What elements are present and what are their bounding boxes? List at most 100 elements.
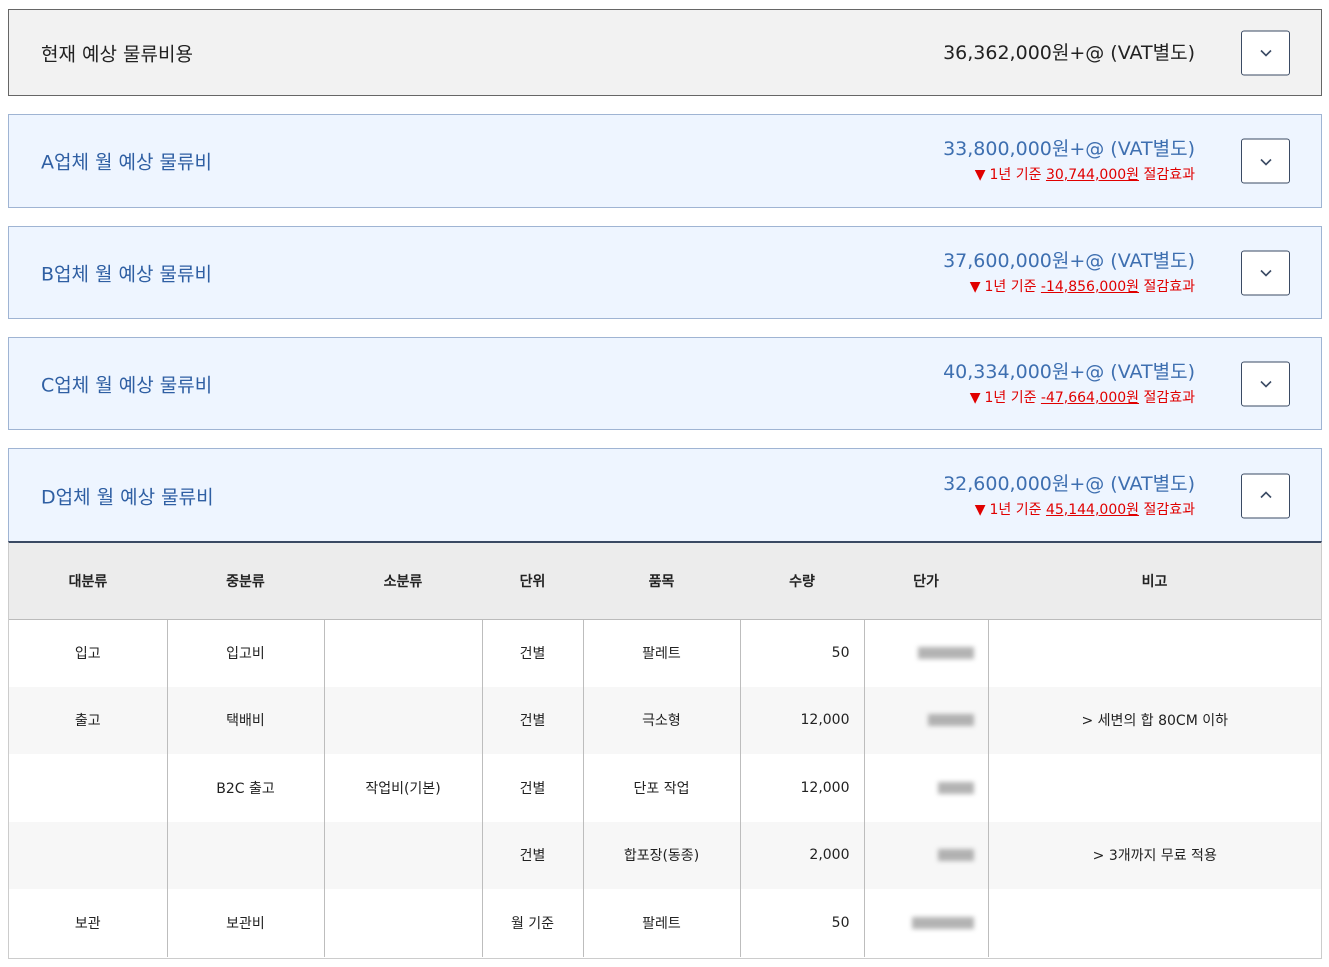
table-row: 건별 합포장(동종) 2,000 > 3개까지 무료 적용: [9, 821, 1321, 889]
table-row: 입고 입고비 건별 팔레트 50: [9, 619, 1321, 687]
cell-price-redacted: [864, 686, 989, 754]
cell-qty: 12,000: [740, 754, 865, 822]
panel-amount-block: 36,362,000원+@ (VAT별도): [943, 40, 1195, 66]
cell-note: [988, 889, 1321, 957]
vendor-c-panel: C업체 월 예상 물류비 40,334,000원+@ (VAT별도) ▼ 1년 기…: [8, 337, 1322, 430]
chevron-up-icon: [1259, 491, 1272, 499]
cell-unit: 건별: [482, 686, 584, 754]
column-header: 중분류: [167, 543, 324, 620]
column-header: 수량: [740, 543, 864, 620]
table-header-row: 대분류 중분류 소분류 단위 품목 수량 단가 비고: [9, 543, 1321, 620]
column-header: 대분류: [9, 543, 167, 620]
cell-middle: 입고비: [167, 619, 325, 687]
vendor-b-panel: B업체 월 예상 물류비 37,600,000원+@ (VAT별도) ▼ 1년 기…: [8, 226, 1322, 319]
cell-price-redacted: [864, 889, 989, 957]
saving-prefix: 1년 기준: [989, 501, 1046, 518]
saving-value: 45,144,000원: [1045, 501, 1140, 518]
column-header: 단위: [482, 543, 583, 620]
cell-price-redacted: [864, 754, 989, 822]
cell-middle: [167, 821, 325, 889]
cell-unit: 건별: [482, 754, 584, 822]
expand-button[interactable]: [1241, 30, 1290, 75]
panel-amount-block: 40,334,000원+@ (VAT별도) ▼ 1년 기준 -47,664,000…: [943, 359, 1195, 409]
triangle-down-icon: ▼: [974, 501, 986, 518]
triangle-down-icon: ▼: [974, 167, 986, 183]
cell-minor: [324, 821, 483, 889]
cell-item: 합포장(동종): [583, 821, 741, 889]
saving-line: ▼ 1년 기준 -47,664,000원 절감효과: [943, 387, 1195, 409]
column-header: 단가: [864, 543, 988, 620]
table-row: 출고 택배비 건별 극소형 12,000 > 세변의 합 80CM 이하: [9, 686, 1321, 754]
cell-middle: B2C 출고: [167, 754, 325, 822]
triangle-down-icon: ▼: [969, 278, 981, 295]
cell-qty: 2,000: [740, 821, 865, 889]
cell-major: [9, 754, 168, 822]
cell-note: > 세변의 합 80CM 이하: [988, 686, 1321, 754]
vendor-a-panel: A업체 월 예상 물류비 33,800,000원+@ (VAT별도) ▼ 1년 기…: [8, 114, 1322, 208]
saving-prefix: 1년 기준: [989, 167, 1046, 183]
saving-value: 30,744,000원: [1045, 167, 1140, 183]
current-cost-panel: 현재 예상 물류비용 36,362,000원+@ (VAT별도): [8, 9, 1322, 96]
chevron-down-icon: [1259, 269, 1272, 277]
expand-button[interactable]: [1241, 138, 1290, 184]
saving-suffix: 절감효과: [1139, 389, 1195, 406]
cell-middle: 보관비: [167, 889, 325, 957]
cell-qty: 50: [740, 619, 865, 687]
chevron-down-icon: [1259, 158, 1272, 166]
saving-line: ▼ 1년 기준 -14,856,000원 절감효과: [943, 276, 1195, 298]
cell-major: 출고: [9, 686, 168, 754]
panel-title: A업체 월 예상 물류비: [41, 151, 212, 174]
panel-amount: 37,600,000원+@ (VAT별도): [943, 249, 1195, 272]
column-header: 비고: [988, 543, 1321, 620]
chevron-down-icon: [1259, 49, 1272, 57]
panel-amount: 32,600,000원+@ (VAT별도): [943, 472, 1195, 495]
saving-value: -14,856,000원: [1040, 278, 1140, 295]
panel-amount: 36,362,000원+@ (VAT별도): [943, 41, 1195, 64]
panel-title: C업체 월 예상 물류비: [41, 374, 213, 396]
table-row: B2C 출고 작업비(기본) 건별 단포 작업 12,000: [9, 754, 1321, 822]
cell-major: 보관: [9, 889, 168, 957]
cell-item: 단포 작업: [583, 754, 741, 822]
saving-prefix: 1년 기준: [984, 278, 1041, 295]
panel-amount-block: 37,600,000원+@ (VAT별도) ▼ 1년 기준 -14,856,000…: [943, 248, 1195, 298]
expand-button[interactable]: [1241, 250, 1290, 295]
panel-amount: 33,800,000원+@ (VAT별도): [943, 138, 1195, 160]
cell-minor: [324, 889, 483, 957]
cell-major: [9, 821, 168, 889]
panel-amount: 40,334,000원+@ (VAT별도): [943, 360, 1195, 383]
saving-value: -47,664,000원: [1040, 389, 1140, 406]
cell-qty: 50: [740, 889, 865, 957]
cell-item: 극소형: [583, 686, 741, 754]
cell-major: 입고: [9, 619, 168, 687]
vendor-d-detail-table: 대분류 중분류 소분류 단위 품목 수량 단가 비고 입고 입고비 건별 팔레트…: [8, 541, 1322, 959]
cell-middle: 택배비: [167, 686, 325, 754]
redacted-value: [917, 647, 974, 659]
triangle-down-icon: ▼: [969, 389, 981, 406]
cell-price-redacted: [864, 619, 989, 687]
table-row: 보관 보관비 월 기준 팔레트 50: [9, 889, 1321, 957]
panel-title: B업체 월 예상 물류비: [41, 263, 212, 285]
panel-amount-block: 32,600,000원+@ (VAT별도) ▼ 1년 기준 45,144,000원…: [943, 471, 1195, 521]
chevron-down-icon: [1259, 380, 1272, 388]
saving-line: ▼ 1년 기준 30,744,000원 절감효과: [943, 164, 1195, 186]
cell-unit: 월 기준: [482, 889, 584, 957]
cell-note: [988, 754, 1321, 822]
saving-suffix: 절감효과: [1139, 278, 1195, 295]
collapse-button[interactable]: [1241, 473, 1290, 518]
redacted-value: [927, 714, 974, 727]
cell-item: 팔레트: [583, 619, 741, 687]
column-header: 품목: [583, 543, 740, 620]
cell-minor: 작업비(기본): [324, 754, 483, 822]
saving-prefix: 1년 기준: [984, 389, 1041, 406]
saving-suffix: 절감효과: [1139, 167, 1195, 183]
saving-suffix: 절감효과: [1139, 501, 1195, 518]
cell-minor: [324, 686, 483, 754]
cell-price-redacted: [864, 821, 989, 889]
vendor-d-panel: D업체 월 예상 물류비 32,600,000원+@ (VAT별도) ▼ 1년 기…: [8, 448, 1322, 542]
panel-amount-block: 33,800,000원+@ (VAT별도) ▼ 1년 기준 30,744,000원…: [943, 136, 1195, 186]
expand-button[interactable]: [1241, 361, 1290, 406]
saving-line: ▼ 1년 기준 45,144,000원 절감효과: [943, 499, 1195, 521]
cell-qty: 12,000: [740, 686, 865, 754]
cell-note: [988, 619, 1321, 687]
redacted-value: [937, 781, 974, 794]
